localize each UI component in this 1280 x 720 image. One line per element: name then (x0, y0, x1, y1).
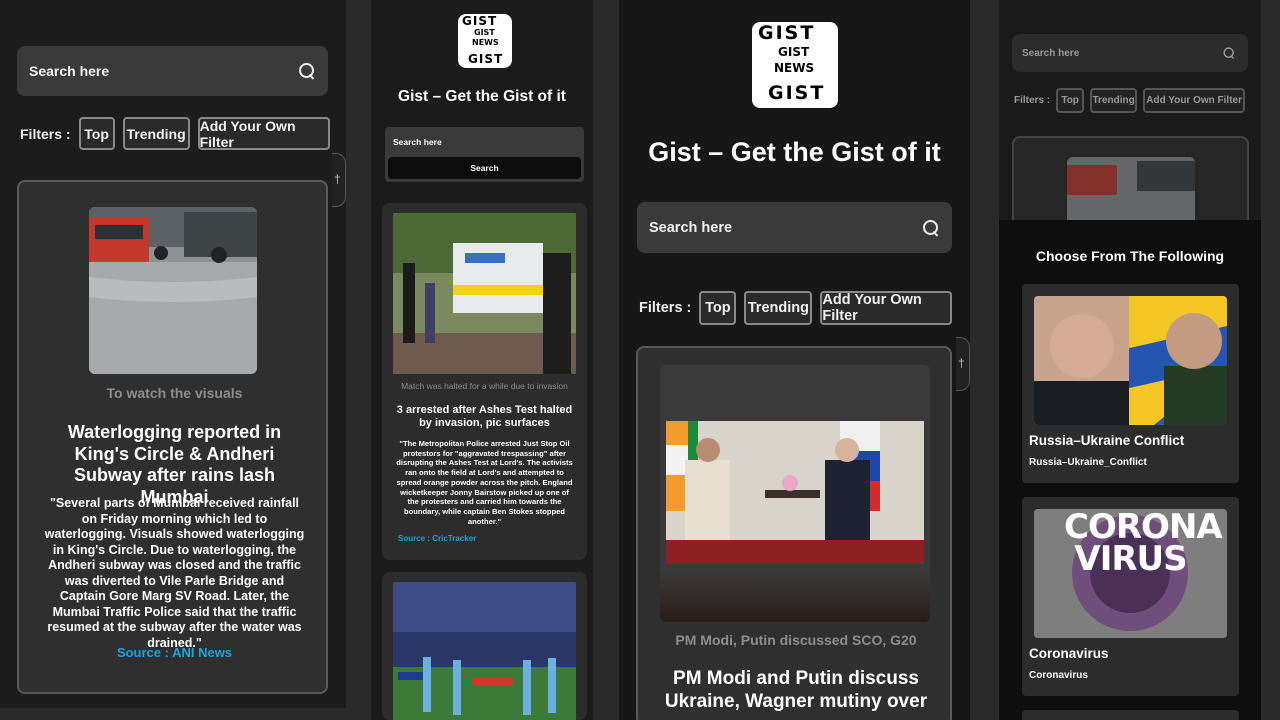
search-input[interactable]: Search here (1012, 34, 1248, 72)
option-title: Coronavirus (1029, 646, 1109, 661)
search-icon[interactable] (298, 62, 316, 80)
accessibility-handle[interactable] (332, 153, 346, 207)
search-placeholder: Search here (649, 219, 733, 236)
search-placeholder: Search here (1022, 47, 1080, 59)
news-image-bus[interactable] (89, 207, 257, 374)
search-box: Search here Search (385, 127, 584, 182)
search-input[interactable]: Search here (637, 202, 952, 253)
filter-bar: Filters : Top Trending Add Your Own Filt… (20, 117, 330, 150)
filter-trending[interactable]: Trending (744, 291, 813, 325)
logo-text-news: NEWS (774, 61, 815, 75)
filter-bar: Filters : Top Trending Add Your Own Filt… (1014, 88, 1246, 113)
option-image-russia-ukraine[interactable] (1034, 296, 1227, 425)
image-caption: To watch the visuals (106, 385, 243, 401)
filter-add-own[interactable]: Add Your Own Filter (1143, 88, 1246, 113)
option-tag: Russia–Ukraine_Conflict (1029, 457, 1147, 468)
gist-logo: GIST GIST NEWS GIST (458, 14, 512, 68)
logo-text-top: GIST (758, 22, 816, 44)
filter-top[interactable]: Top (1056, 88, 1085, 113)
screen-2: GIST GIST NEWS GIST Gist – Get the Gist … (371, 0, 593, 720)
screen-1: Search here Filters : Top Trending Add Y… (0, 0, 346, 708)
news-source-link[interactable]: Source : ANI News (19, 645, 326, 660)
app-title: Gist – Get the Gist of it (648, 137, 941, 167)
news-image-modi-putin[interactable] (660, 365, 930, 622)
news-card[interactable]: Match was halted for a while due to inva… (382, 203, 587, 560)
logo-text-bottom: GIST (768, 82, 826, 104)
option-image-text: CORONA VIRUS (1064, 509, 1223, 579)
logo-text-mid: GIST (474, 28, 495, 37)
option-card-next[interactable] (1022, 710, 1239, 720)
logo-text-top: GIST (462, 14, 498, 28)
news-image-stadium[interactable] (393, 582, 576, 720)
filter-add-own[interactable]: Add Your Own Filter (197, 117, 330, 150)
accessibility-handle[interactable] (956, 337, 970, 391)
search-input[interactable]: Search here (393, 137, 442, 147)
app-title: Gist – Get the Gist of it (398, 88, 566, 105)
filter-trending[interactable]: Trending (1090, 88, 1138, 113)
search-input[interactable]: Search here (17, 46, 328, 96)
modal-title: Choose From The Following (1035, 248, 1225, 264)
news-card[interactable]: To watch the visuals Waterlogging report… (17, 180, 328, 694)
news-card[interactable]: PM Modi, Putin discussed SCO, G20 PM Mod… (636, 346, 952, 720)
search-icon[interactable] (922, 219, 940, 237)
option-card-russia-ukraine[interactable]: Russia–Ukraine Conflict Russia–Ukraine_C… (1022, 284, 1239, 483)
screen-4: Search here Filters : Top Trending Add Y… (999, 0, 1261, 720)
gist-logo: GIST GIST NEWS GIST (752, 22, 838, 108)
option-title: Russia–Ukraine Conflict (1029, 433, 1185, 448)
filters-label: Filters : (639, 300, 692, 316)
logo-text-news: NEWS (472, 38, 499, 47)
filter-trending[interactable]: Trending (122, 117, 190, 150)
logo-text-mid: GIST (778, 45, 810, 59)
search-placeholder: Search here (29, 63, 110, 79)
filter-top[interactable]: Top (78, 117, 115, 150)
filter-chooser-modal: Choose From The Following Russia–Ukraine… (999, 220, 1261, 720)
search-icon[interactable] (1223, 47, 1236, 60)
screen-3: GIST GIST NEWS GIST Gist – Get the Gist … (619, 0, 970, 720)
filters-label: Filters : (20, 125, 71, 142)
news-source-link[interactable]: Source : CricTracker (398, 534, 476, 543)
search-button[interactable]: Search (388, 157, 581, 179)
news-headline[interactable]: 3 arrested after Ashes Test halted by in… (396, 404, 573, 430)
filter-add-own[interactable]: Add Your Own Filter (820, 291, 953, 325)
logo-text-bottom: GIST (468, 52, 504, 66)
news-card-next[interactable] (382, 572, 587, 720)
option-card-coronavirus[interactable]: CORONA VIRUS Coronavirus Coronavirus (1022, 497, 1239, 696)
news-image-police[interactable] (393, 213, 576, 374)
option-image-coronavirus[interactable]: CORONA VIRUS (1034, 509, 1227, 638)
filters-label: Filters : (1014, 95, 1051, 106)
news-headline[interactable]: PM Modi and Putin discuss Ukraine, Wagne… (658, 668, 934, 714)
news-body: "The Metropolitan Police arrested Just S… (396, 439, 573, 526)
image-caption: Match was halted for a while due to inva… (401, 381, 568, 391)
filter-bar: Filters : Top Trending Add Your Own Filt… (639, 291, 953, 325)
filter-top[interactable]: Top (699, 291, 737, 325)
news-body: "Several parts of Mumbai received rainfa… (44, 496, 305, 650)
option-tag: Coronavirus (1029, 670, 1088, 681)
image-caption: PM Modi, Putin discussed SCO, G20 (675, 632, 917, 648)
